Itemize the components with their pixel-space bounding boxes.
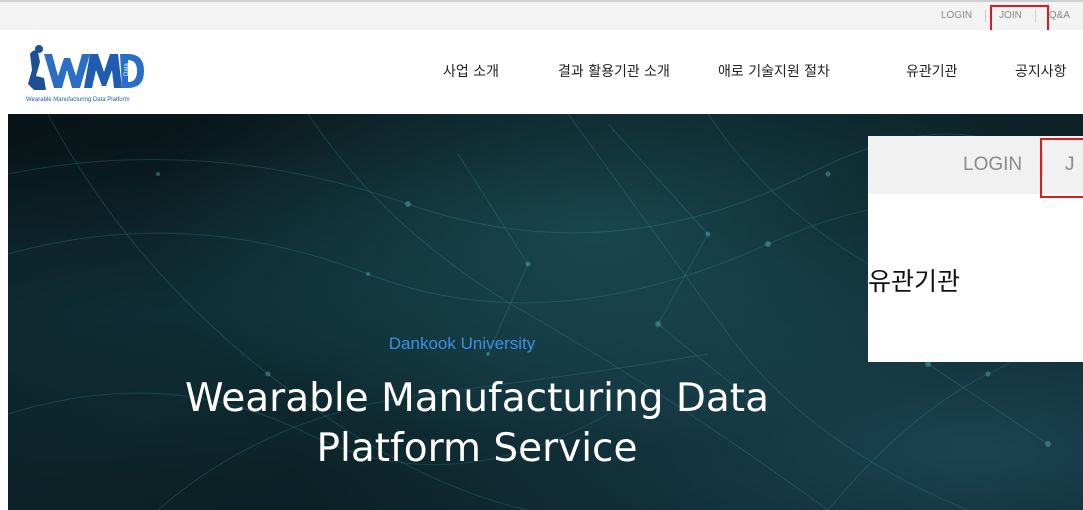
logo-data-text: Data <box>124 63 130 76</box>
hero-title-line-2: Platform Service <box>316 426 638 471</box>
hero-title-line-1: Wearable Manufacturing Data <box>184 376 769 421</box>
top-utility-bar: LOGIN JOIN Q&A <box>0 0 1083 30</box>
nav-item-business-intro[interactable]: 사업 소개 <box>443 61 499 81</box>
nav-item-partner-intro[interactable]: 결과 활용기관 소개 <box>558 61 670 81</box>
wmd-logo-mark: Data <box>28 45 144 90</box>
logo-tagline: Wearable Manufacturing Data Platform <box>26 97 130 103</box>
site-header: Data Wearable Manufacturing Data Platfor… <box>0 30 1083 114</box>
hero-subtitle: Dankook University <box>388 334 536 353</box>
login-link[interactable]: LOGIN <box>928 10 985 22</box>
nav-item-notice[interactable]: 공지사항 <box>1015 61 1067 81</box>
zoom-nav-item-related-orgs[interactable]: 유관기관 <box>868 262 960 298</box>
nav-item-related-orgs[interactable]: 유관기관 <box>906 61 958 81</box>
zoom-join-highlight-box <box>1040 138 1083 198</box>
zoom-login-link[interactable]: LOGIN <box>963 154 1022 176</box>
nav-item-support-process[interactable]: 애로 기술지원 절차 <box>718 61 830 81</box>
zoom-inset-callout: LOGIN J 유관기관 <box>868 136 1083 362</box>
hero-title: Wearable Manufacturing Data Platform Ser… <box>8 374 946 474</box>
wmd-logo[interactable]: Data Wearable Manufacturing Data Platfor… <box>24 40 154 112</box>
